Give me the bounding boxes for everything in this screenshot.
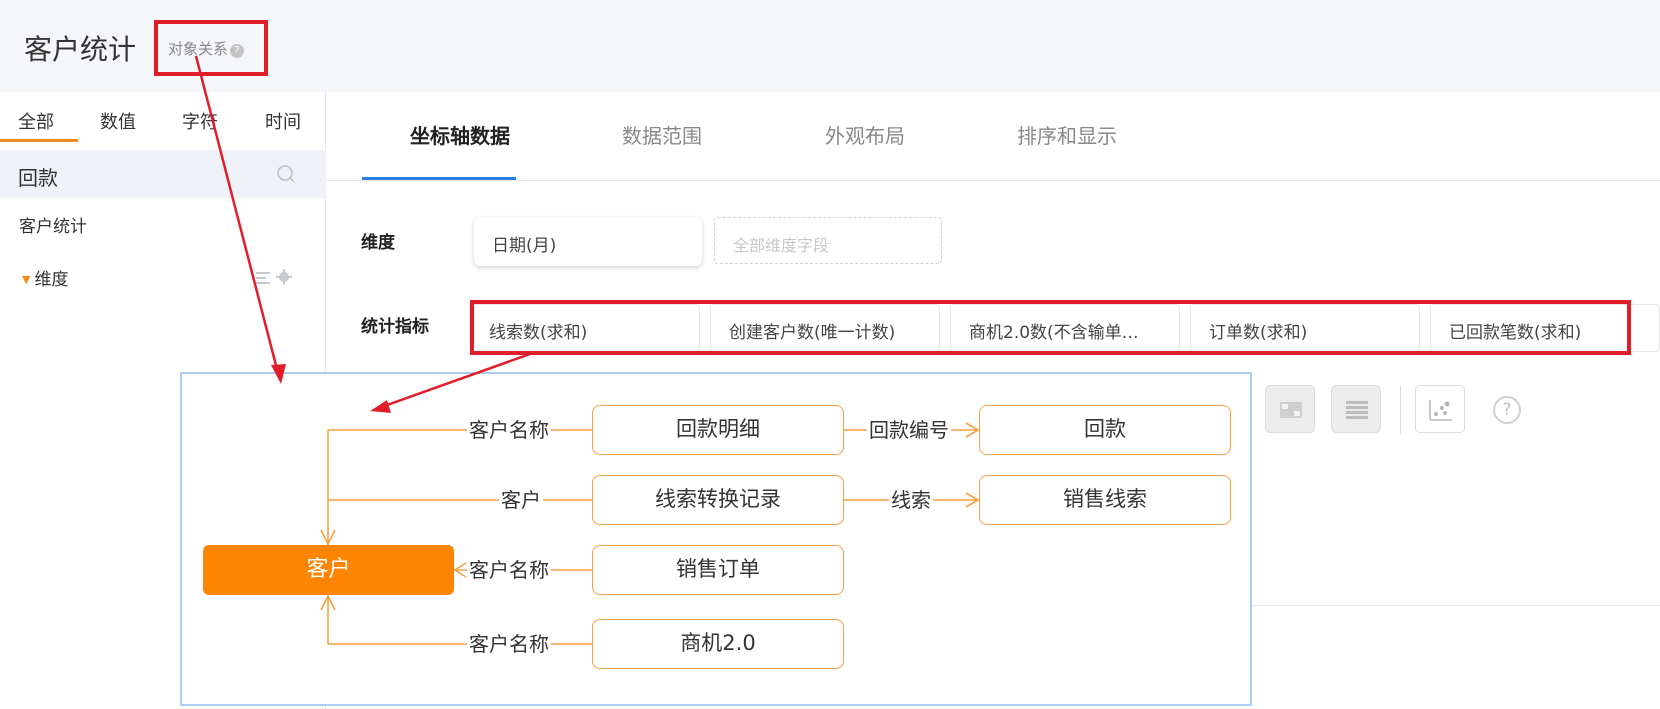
annotation-arrows [194,55,531,413]
